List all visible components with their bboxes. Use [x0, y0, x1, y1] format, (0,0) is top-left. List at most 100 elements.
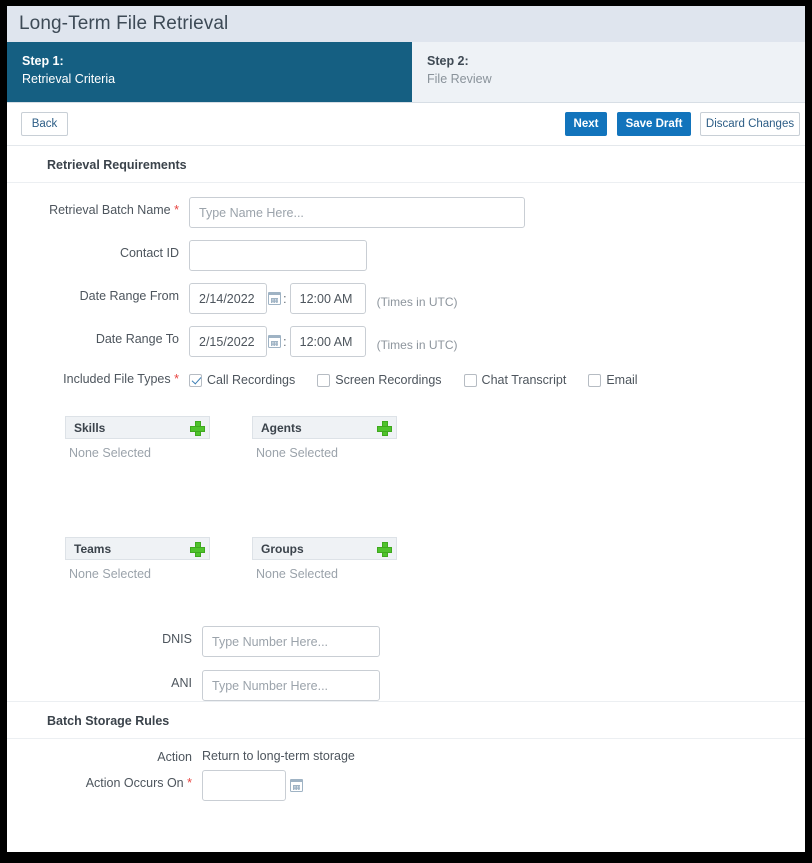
next-button[interactable]: Next [565, 112, 607, 136]
ani-control [202, 670, 805, 701]
checkbox-screen-recordings-label: Screen Recordings [335, 373, 442, 387]
field-row-ani: ANI [7, 670, 805, 701]
checkbox-screen-recordings[interactable]: Screen Recordings [317, 373, 442, 387]
action-value: Return to long-term storage [202, 749, 355, 763]
picker-agents-value: None Selected [256, 446, 339, 460]
window-title-bar: Long-Term File Retrieval [7, 6, 805, 42]
batch-name-label-text: Retrieval Batch Name [49, 203, 171, 217]
wizard-step-1[interactable]: Step 1: Retrieval Criteria [7, 42, 412, 102]
checkbox-box-icon[interactable] [317, 373, 331, 387]
time-from-input[interactable] [289, 283, 366, 314]
field-row-dnis: DNIS [7, 626, 805, 657]
picker-teams-title: Teams [74, 541, 112, 556]
contact-id-label: Contact ID [119, 246, 179, 260]
batch-name-label: Retrieval Batch Name * [7, 197, 189, 217]
picker-teams-header: Teams [65, 537, 210, 560]
field-row-file-types: Included File Types * Call Recordings Sc… [7, 369, 805, 387]
wizard-step-1-number: Step 1: [22, 54, 64, 68]
picker-groups-value: None Selected [256, 567, 339, 581]
action-occurs-on-control [202, 770, 805, 801]
action-label: Action [157, 750, 192, 764]
checkbox-email[interactable]: Email [588, 373, 638, 387]
time-separator: : [283, 291, 287, 306]
checkbox-call-recordings[interactable]: Call Recordings [189, 373, 295, 387]
date-to-input[interactable] [189, 326, 267, 357]
action-occurs-on-label: Action Occurs On * [7, 770, 202, 790]
ani-input[interactable] [202, 670, 380, 701]
contact-id-input[interactable] [189, 240, 367, 271]
checkbox-chat-transcript[interactable]: Chat Transcript [463, 373, 567, 387]
date-to-utc-note: (Times in UTC) [376, 338, 458, 352]
calendar-icon[interactable] [290, 779, 303, 792]
time-separator: : [283, 334, 287, 349]
retrieval-requirements-heading: Retrieval Requirements [7, 146, 805, 183]
dnis-control [202, 626, 805, 657]
action-toolbar: Back Next Save Draft Discard Changes [7, 103, 805, 146]
action-control: Return to long-term storage [202, 749, 805, 763]
action-occurs-on-required-marker: * [187, 776, 192, 790]
contact-id-control [189, 240, 805, 271]
wizard-step-2-label: File Review [427, 71, 492, 86]
discard-changes-button[interactable]: Discard Changes [700, 112, 800, 136]
add-agent-plus-icon[interactable] [377, 421, 392, 436]
file-types-label-text: Included File Types [63, 372, 171, 386]
dnis-label: DNIS [162, 632, 192, 646]
batch-storage-rules-heading: Batch Storage Rules [7, 702, 805, 739]
batch-storage-rules-body: Action Return to long-term storage Actio… [7, 739, 805, 831]
picker-agents-title: Agents [261, 420, 302, 435]
picker-groups: Groups None Selected [252, 537, 397, 581]
add-group-plus-icon[interactable] [377, 542, 392, 557]
date-from-utc-note: (Times in UTC) [376, 295, 458, 309]
batch-name-required-marker: * [174, 203, 179, 217]
picker-skills-value: None Selected [69, 446, 152, 460]
add-team-plus-icon[interactable] [190, 542, 205, 557]
checkbox-box-icon[interactable] [463, 373, 477, 387]
picker-skills-header: Skills [65, 416, 210, 439]
date-to-control: : (Times in UTC) [189, 326, 805, 357]
page-title: Long-Term File Retrieval [19, 13, 229, 34]
add-skill-plus-icon[interactable] [190, 421, 205, 436]
save-draft-button[interactable]: Save Draft [617, 112, 691, 136]
checkbox-box-icon[interactable] [189, 373, 202, 387]
wizard-step-1-label: Retrieval Criteria [22, 71, 116, 86]
batch-name-input[interactable] [189, 197, 525, 228]
action-occurs-on-label-text: Action Occurs On [85, 776, 184, 790]
picker-teams-value: None Selected [69, 567, 152, 581]
picker-skills: Skills None Selected [65, 416, 210, 460]
calendar-icon[interactable] [268, 335, 281, 348]
field-row-contact-id: Contact ID [7, 240, 805, 271]
dnis-input[interactable] [202, 626, 380, 657]
date-to-label: Date Range To [95, 332, 179, 346]
application-window: Long-Term File Retrieval Step 1: Retriev… [7, 6, 805, 852]
file-types-required-marker: * [174, 372, 179, 386]
date-from-label: Date Range From [79, 289, 179, 303]
field-row-date-to: Date Range To : (Times in UTC) [7, 326, 805, 357]
field-row-action-occurs-on: Action Occurs On * [7, 770, 805, 801]
picker-groups-title: Groups [261, 541, 304, 556]
field-row-action: Action Return to long-term storage [7, 749, 805, 764]
checkbox-email-label: Email [606, 373, 638, 387]
picker-teams: Teams None Selected [65, 537, 210, 581]
screenshot-frame: Long-Term File Retrieval Step 1: Retriev… [0, 0, 812, 863]
file-types-control: Call Recordings Screen Recordings Chat T… [189, 369, 805, 387]
batch-name-control [189, 197, 805, 228]
file-types-checkbox-group: Call Recordings Screen Recordings Chat T… [189, 369, 805, 387]
back-button[interactable]: Back [21, 112, 68, 136]
picker-skills-title: Skills [74, 420, 106, 435]
checkbox-chat-transcript-label: Chat Transcript [481, 373, 567, 387]
checkbox-box-icon[interactable] [588, 373, 602, 387]
field-row-date-from: Date Range From : (Times in UTC) [7, 283, 805, 314]
picker-groups-header: Groups [252, 537, 397, 560]
time-to-input[interactable] [289, 326, 366, 357]
wizard-step-2[interactable]: Step 2: File Review [412, 42, 805, 102]
action-occurs-on-input[interactable] [202, 770, 286, 801]
ani-label: ANI [171, 676, 192, 690]
date-from-control: : (Times in UTC) [189, 283, 805, 314]
picker-agents: Agents None Selected [252, 416, 397, 460]
file-types-label: Included File Types * [7, 369, 189, 386]
date-from-input[interactable] [189, 283, 267, 314]
checkbox-call-recordings-label: Call Recordings [207, 373, 296, 387]
retrieval-requirements-body: Retrieval Batch Name * Contact ID Date R… [7, 183, 805, 701]
calendar-icon[interactable] [268, 292, 281, 305]
picker-agents-header: Agents [252, 416, 397, 439]
